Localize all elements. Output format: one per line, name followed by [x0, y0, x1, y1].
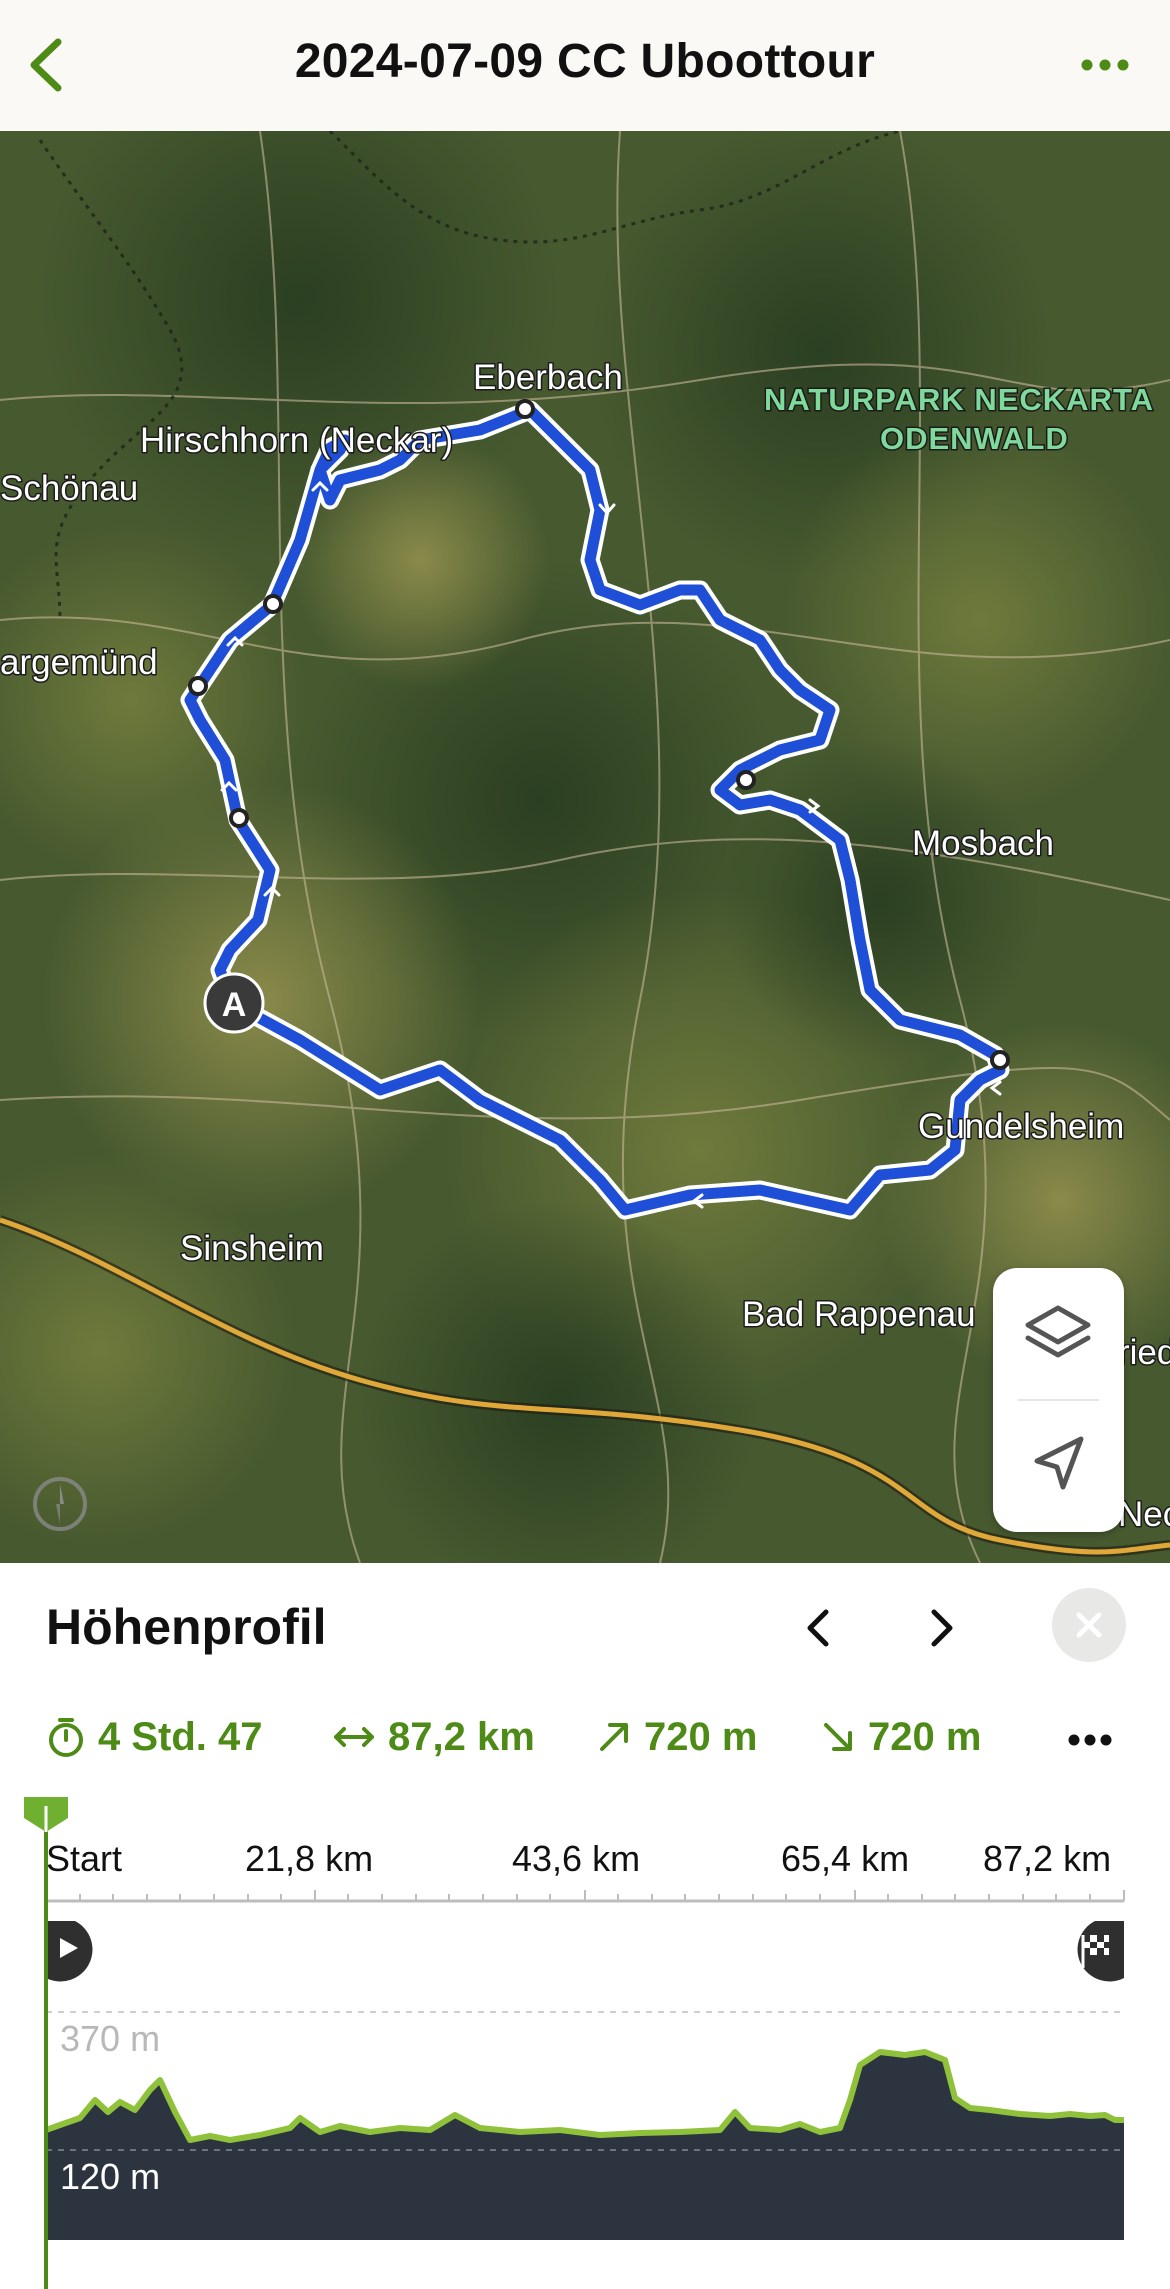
map-label-mosbach: Mosbach [912, 824, 1054, 863]
close-button[interactable] [1052, 1588, 1126, 1662]
y-label-high: 370 m [60, 2018, 161, 2059]
map-label-ried: ried [1118, 1333, 1170, 1372]
compass-button[interactable] [30, 1474, 90, 1534]
map-label-schoenau: Schönau [0, 469, 138, 508]
map-label-sinsheim: Sinsheim [180, 1229, 324, 1268]
stat-descent: 720 m [820, 1712, 981, 1762]
next-button[interactable] [910, 1598, 970, 1658]
play-icon [46, 1921, 93, 1982]
page-title: 2024-07-09 CC Uboottour [294, 35, 876, 88]
finish-flag-icon [1077, 1921, 1124, 1982]
route-map[interactable]: A Eberbach Hirschhorn (Neckar) Schönau a… [0, 131, 1170, 1563]
map-label-gundelsheim: Gundelsheim [918, 1107, 1124, 1146]
map-label-naturpark: NATURPARK NECKARTA [764, 382, 1154, 417]
map-label-eberbach: Eberbach [473, 358, 623, 397]
ellipsis-icon [1081, 59, 1129, 71]
chevron-left-icon [807, 1609, 829, 1647]
map-label-bad-rappenau: Bad Rappenau [742, 1295, 976, 1334]
map-label-nec: Nec [1118, 1495, 1170, 1534]
locate-button[interactable] [993, 1401, 1124, 1532]
stopwatch-icon [49, 1718, 83, 1757]
chevron-right-icon [931, 1609, 953, 1647]
elevation-profile-chart[interactable] [0, 1790, 1170, 2289]
layers-button[interactable] [993, 1268, 1124, 1399]
map-label-neckargemuend: argemünd [0, 643, 158, 682]
stat-ascent: 720 m [596, 1712, 757, 1762]
duration-value: 4 Std. 47 [98, 1714, 263, 1759]
compass-icon [33, 1477, 87, 1531]
descent-arrow-icon [824, 1723, 852, 1751]
ascent-arrow-icon [600, 1723, 628, 1751]
location-arrow-icon [1034, 1436, 1084, 1490]
close-icon [1076, 1612, 1102, 1638]
stats-more-button[interactable] [1060, 1720, 1120, 1760]
descent-value: 720 m [868, 1714, 982, 1759]
prev-button[interactable] [790, 1598, 850, 1658]
ascent-value: 720 m [644, 1714, 758, 1759]
map-label-hirschhorn: Hirschhorn (Neckar) [140, 421, 453, 460]
map-label-odenwald: ODENWALD [880, 421, 1069, 456]
more-options-button[interactable] [1070, 40, 1140, 90]
distance-arrows-icon [334, 1727, 374, 1747]
profile-title: Höhenprofil [46, 1599, 327, 1655]
svg-text:A: A [222, 986, 247, 1024]
y-label-low: 120 m [60, 2156, 161, 2197]
ellipsis-icon [1068, 1734, 1112, 1746]
map-controls [993, 1268, 1124, 1532]
stat-distance: 87,2 km [332, 1712, 535, 1762]
layers-icon [1025, 1305, 1091, 1358]
stat-duration: 4 Std. 47 [46, 1712, 263, 1762]
distance-value: 87,2 km [388, 1714, 535, 1759]
top-bar: 2024-07-09 CC Uboottour [0, 0, 1170, 131]
